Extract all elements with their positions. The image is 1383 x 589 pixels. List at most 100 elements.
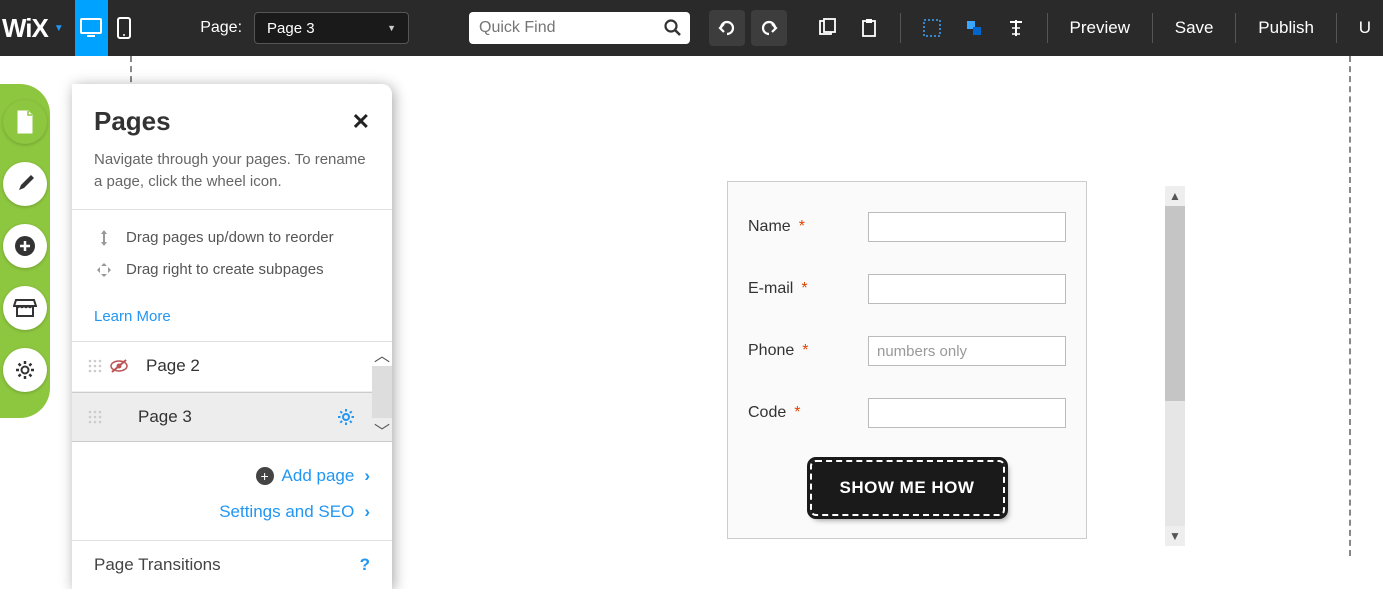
panel-header: Pages ✕ — [72, 102, 392, 149]
canvas-scrollbar[interactable]: ▲ ▼ — [1165, 186, 1185, 546]
page-selected-value: Page 3 — [267, 20, 315, 37]
undo-button[interactable] — [709, 10, 745, 46]
logo-dropdown-icon: ▼ — [54, 23, 63, 34]
hint-reorder: Drag pages up/down to reorder — [94, 222, 370, 254]
search-icon[interactable] — [664, 19, 682, 37]
toolbar-divider-4 — [1235, 13, 1236, 43]
search-input[interactable] — [479, 19, 686, 37]
redo-icon — [759, 20, 779, 36]
logo-text: WiX — [2, 13, 48, 44]
add-tool[interactable] — [3, 224, 47, 268]
close-icon[interactable]: ✕ — [352, 109, 370, 135]
page-name: Page 2 — [134, 356, 376, 376]
search-box — [469, 12, 690, 44]
design-tool[interactable] — [3, 162, 47, 206]
drag-handle-icon[interactable] — [88, 410, 102, 424]
form-row-code: Code* — [748, 398, 1066, 428]
undo-icon — [717, 20, 737, 36]
page-settings-icon[interactable] — [336, 407, 356, 427]
code-input[interactable] — [868, 398, 1066, 428]
required-star: * — [794, 404, 800, 421]
page-item-page3[interactable]: Page 3 — [72, 392, 392, 442]
required-star: * — [801, 280, 807, 297]
paste-button[interactable] — [851, 10, 887, 46]
left-sidebar — [0, 84, 50, 418]
toolbar-divider-5 — [1336, 13, 1337, 43]
tools-group — [911, 10, 1037, 46]
settings-tool[interactable] — [3, 348, 47, 392]
page-name: Page 3 — [110, 407, 336, 427]
page-item-page2[interactable]: Page 2 — [72, 342, 392, 392]
wix-logo[interactable]: WiX ▼ — [0, 13, 75, 44]
page-list: Page 2 Page 3 ︿ ﹀ — [72, 341, 392, 442]
required-star: * — [802, 342, 808, 359]
right-guide — [1349, 56, 1351, 556]
pages-panel: Pages ✕ Navigate through your pages. To … — [72, 84, 392, 589]
phone-label: Phone* — [748, 342, 868, 360]
pagelist-scrollbar[interactable]: ︿ ﹀ — [372, 342, 392, 442]
scroll-down-icon[interactable]: ﹀ — [372, 418, 392, 442]
ruler-tool[interactable] — [998, 10, 1034, 46]
form-row-email: E-mail* — [748, 274, 1066, 304]
move-icon — [94, 260, 114, 280]
scroll-down-icon[interactable]: ▼ — [1165, 526, 1185, 546]
chevron-right-icon: › — [364, 502, 370, 522]
phone-input[interactable] — [868, 336, 1066, 366]
toolbar-divider-2 — [1047, 13, 1048, 43]
learn-more-link[interactable]: Learn More — [72, 298, 392, 341]
scroll-up-icon[interactable]: ︿ — [372, 342, 392, 366]
form-row-name: Name* — [748, 212, 1066, 242]
code-label: Code* — [748, 404, 868, 422]
form-row-phone: Phone* — [748, 336, 1066, 366]
gear-icon — [13, 358, 37, 382]
scroll-thumb[interactable] — [1165, 206, 1185, 401]
pages-tool[interactable] — [3, 100, 47, 144]
name-input[interactable] — [868, 212, 1066, 242]
grid-tool[interactable] — [914, 10, 950, 46]
clipboard-group — [806, 10, 890, 46]
page-transitions-section[interactable]: Page Transitions ? — [72, 540, 392, 589]
market-tool[interactable] — [3, 286, 47, 330]
copy-button[interactable] — [809, 10, 845, 46]
plus-icon — [14, 235, 36, 257]
toolbar-divider-3 — [1152, 13, 1153, 43]
mobile-icon — [117, 17, 131, 39]
brush-icon — [13, 172, 37, 196]
scroll-track[interactable] — [1165, 206, 1185, 526]
publish-button[interactable]: Publish — [1246, 18, 1326, 38]
grid-dashed-icon — [923, 19, 941, 37]
drag-handle-icon[interactable] — [88, 359, 102, 373]
store-icon — [13, 298, 37, 318]
settings-seo-link[interactable]: Settings and SEO › — [94, 494, 370, 530]
preview-button[interactable]: Preview — [1058, 18, 1142, 38]
email-input[interactable] — [868, 274, 1066, 304]
page-label: Page: — [200, 19, 242, 37]
hint-subpage: Drag right to create subpages — [94, 254, 370, 286]
mobile-view-button[interactable] — [108, 0, 141, 56]
transitions-label: Page Transitions — [94, 555, 221, 575]
add-page-link[interactable]: + Add page › — [94, 458, 370, 494]
panel-hints: Drag pages up/down to reorder Drag right… — [72, 209, 392, 298]
page-icon — [14, 109, 36, 135]
upgrade-button[interactable]: U — [1347, 18, 1383, 38]
paste-icon — [859, 18, 879, 38]
copy-icon — [817, 18, 837, 38]
history-group — [706, 10, 790, 46]
hidden-icon — [110, 359, 128, 373]
help-icon[interactable]: ? — [360, 555, 370, 575]
desktop-icon — [79, 17, 103, 39]
toolbar-divider — [900, 13, 901, 43]
save-button[interactable]: Save — [1163, 18, 1226, 38]
contact-form: Name* E-mail* Phone* Code* SHOW ME HOW — [727, 181, 1087, 539]
scroll-up-icon[interactable]: ▲ — [1165, 186, 1185, 206]
snap-tool[interactable] — [956, 10, 992, 46]
panel-description: Navigate through your pages. To rename a… — [72, 149, 392, 209]
submit-button[interactable]: SHOW ME HOW — [810, 460, 1005, 516]
page-selector[interactable]: Page 3 — [254, 12, 409, 44]
panel-title: Pages — [94, 106, 171, 137]
chevron-right-icon: › — [364, 466, 370, 486]
desktop-view-button[interactable] — [75, 0, 108, 56]
scroll-track[interactable] — [372, 366, 392, 418]
top-toolbar: WiX ▼ Page: Page 3 — [0, 0, 1383, 56]
redo-button[interactable] — [751, 10, 787, 46]
